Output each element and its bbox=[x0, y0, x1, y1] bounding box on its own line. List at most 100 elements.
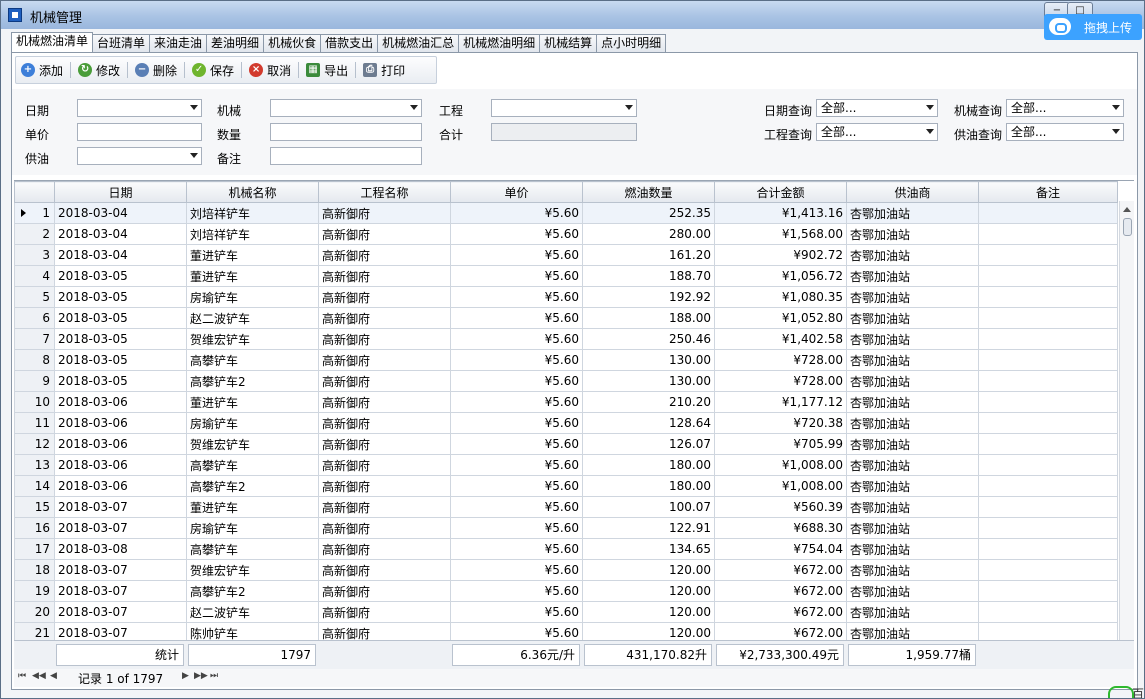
table-cell[interactable]: 杏鄂加油站 bbox=[846, 202, 979, 224]
table-cell[interactable]: 126.07 bbox=[582, 433, 715, 455]
table-cell[interactable]: ¥1,008.00 bbox=[714, 454, 847, 476]
supplier-query-dropdown[interactable]: 全部... bbox=[1006, 123, 1124, 141]
column-header[interactable]: 合计金额 bbox=[714, 181, 847, 203]
table-row[interactable]: 2 2018-03-04 刘培祥铲车 高新御府 ¥5.60 280.00 ¥1,568.00… bbox=[14, 223, 1118, 245]
drag-upload-badge[interactable]: 拖拽上传 bbox=[1044, 14, 1142, 40]
table-cell[interactable]: 高新御府 bbox=[318, 286, 451, 308]
quantity-input[interactable] bbox=[270, 123, 422, 141]
row-number[interactable]: 17 bbox=[14, 538, 55, 560]
table-cell[interactable]: ¥5.60 bbox=[450, 433, 583, 455]
table-cell[interactable]: ¥1,008.00 bbox=[714, 475, 847, 497]
table-cell[interactable]: ¥1,080.35 bbox=[714, 286, 847, 308]
unit-price-input[interactable] bbox=[77, 123, 202, 141]
table-row[interactable]: 17 2018-03-08 高攀铲车 高新御府 ¥5.60 134.65 ¥754.04 杏鄂… bbox=[14, 538, 1118, 560]
project-query-dropdown[interactable]: 全部... bbox=[816, 123, 938, 141]
table-cell[interactable]: ¥728.00 bbox=[714, 370, 847, 392]
table-cell[interactable]: 杏鄂加油站 bbox=[846, 349, 979, 371]
table-cell[interactable]: 杏鄂加油站 bbox=[846, 475, 979, 497]
table-cell[interactable]: 董进铲车 bbox=[186, 496, 319, 518]
table-cell[interactable]: 2018-03-05 bbox=[54, 328, 187, 350]
table-cell[interactable]: ¥902.72 bbox=[714, 244, 847, 266]
table-cell[interactable]: 杏鄂加油站 bbox=[846, 244, 979, 266]
table-cell[interactable]: 128.64 bbox=[582, 412, 715, 434]
table-row[interactable]: 7 2018-03-05 贺维宏铲车 高新御府 ¥5.60 250.46 ¥1,402.58… bbox=[14, 328, 1118, 350]
table-cell[interactable] bbox=[978, 496, 1118, 518]
table-cell[interactable]: 120.00 bbox=[582, 580, 715, 602]
table-cell[interactable]: 贺维宏铲车 bbox=[186, 433, 319, 455]
table-row[interactable]: 8 2018-03-05 高攀铲车 高新御府 ¥5.60 130.00 ¥728.00 杏鄂加… bbox=[14, 349, 1118, 371]
table-cell[interactable]: ¥1,568.00 bbox=[714, 223, 847, 245]
table-cell[interactable]: ¥5.60 bbox=[450, 580, 583, 602]
table-cell[interactable]: 2018-03-07 bbox=[54, 601, 187, 623]
next-page-icon[interactable]: ▶▶ bbox=[194, 671, 208, 681]
table-cell[interactable] bbox=[978, 349, 1118, 371]
table-cell[interactable]: 高新御府 bbox=[318, 517, 451, 539]
column-header[interactable]: 单价 bbox=[450, 181, 583, 203]
row-number[interactable]: 8 bbox=[14, 349, 55, 371]
table-cell[interactable]: ¥5.60 bbox=[450, 244, 583, 266]
edit-button[interactable]: ↻ 修改 bbox=[73, 59, 125, 81]
row-number[interactable]: 7 bbox=[14, 328, 55, 350]
tab-5[interactable]: 借款支出 bbox=[320, 34, 379, 52]
table-cell[interactable]: 高新御府 bbox=[318, 601, 451, 623]
table-cell[interactable]: 高新御府 bbox=[318, 370, 451, 392]
table-cell[interactable]: ¥5.60 bbox=[450, 349, 583, 371]
table-cell[interactable]: ¥5.60 bbox=[450, 223, 583, 245]
tab-7[interactable]: 机械燃油明细 bbox=[458, 34, 541, 52]
table-cell[interactable]: 120.00 bbox=[582, 601, 715, 623]
table-cell[interactable]: 高新御府 bbox=[318, 454, 451, 476]
table-cell[interactable]: ¥5.60 bbox=[450, 601, 583, 623]
table-cell[interactable]: 2018-03-07 bbox=[54, 517, 187, 539]
row-number[interactable]: 10 bbox=[14, 391, 55, 413]
table-cell[interactable]: ¥672.00 bbox=[714, 559, 847, 581]
table-cell[interactable]: 高新御府 bbox=[318, 559, 451, 581]
table-cell[interactable]: ¥1,056.72 bbox=[714, 265, 847, 287]
table-cell[interactable]: 高攀铲车 bbox=[186, 454, 319, 476]
table-cell[interactable] bbox=[978, 433, 1118, 455]
fuel-data-grid[interactable]: 日期 机械名称 工程名称 单价 燃油数量 合计金额 供油商 备注 1 2018-03-04 刘培祥… bbox=[14, 180, 1134, 669]
table-cell[interactable] bbox=[978, 286, 1118, 308]
table-cell[interactable]: 房瑜铲车 bbox=[186, 517, 319, 539]
table-row[interactable]: 1 2018-03-04 刘培祥铲车 高新御府 ¥5.60 252.35 ¥1,413.16… bbox=[14, 202, 1118, 224]
table-cell[interactable]: 高新御府 bbox=[318, 328, 451, 350]
table-cell[interactable]: 2018-03-04 bbox=[54, 223, 187, 245]
table-cell[interactable]: 杏鄂加油站 bbox=[846, 496, 979, 518]
supplier-dropdown[interactable] bbox=[77, 147, 202, 165]
table-cell[interactable]: 贺维宏铲车 bbox=[186, 559, 319, 581]
table-cell[interactable]: 2018-03-06 bbox=[54, 412, 187, 434]
table-cell[interactable]: 高攀铲车2 bbox=[186, 370, 319, 392]
table-cell[interactable]: ¥5.60 bbox=[450, 475, 583, 497]
table-cell[interactable]: 董进铲车 bbox=[186, 391, 319, 413]
table-cell[interactable]: 2018-03-06 bbox=[54, 475, 187, 497]
table-cell[interactable]: ¥720.38 bbox=[714, 412, 847, 434]
table-row[interactable]: 5 2018-03-05 房瑜铲车 高新御府 ¥5.60 192.92 ¥1,080.35 杏… bbox=[14, 286, 1118, 308]
row-number[interactable]: 13 bbox=[14, 454, 55, 476]
table-cell[interactable]: 杏鄂加油站 bbox=[846, 328, 979, 350]
table-cell[interactable]: ¥5.60 bbox=[450, 370, 583, 392]
table-cell[interactable]: 2018-03-04 bbox=[54, 244, 187, 266]
tab-9[interactable]: 点小时明细 bbox=[596, 34, 667, 52]
table-cell[interactable]: 130.00 bbox=[582, 349, 715, 371]
column-header[interactable]: 日期 bbox=[54, 181, 187, 203]
table-cell[interactable] bbox=[978, 244, 1118, 266]
table-cell[interactable]: ¥5.60 bbox=[450, 517, 583, 539]
table-cell[interactable]: 杏鄂加油站 bbox=[846, 265, 979, 287]
table-row[interactable]: 6 2018-03-05 赵二波铲车 高新御府 ¥5.60 188.00 ¥1,052.80… bbox=[14, 307, 1118, 329]
table-cell[interactable]: 高攀铲车 bbox=[186, 349, 319, 371]
table-cell[interactable]: 高新御府 bbox=[318, 349, 451, 371]
table-cell[interactable]: 2018-03-05 bbox=[54, 307, 187, 329]
table-row[interactable]: 4 2018-03-05 董进铲车 高新御府 ¥5.60 188.70 ¥1,056.72 杏… bbox=[14, 265, 1118, 287]
table-cell[interactable]: 192.92 bbox=[582, 286, 715, 308]
column-header[interactable]: 备注 bbox=[978, 181, 1118, 203]
table-cell[interactable]: 高新御府 bbox=[318, 496, 451, 518]
table-cell[interactable]: 杏鄂加油站 bbox=[846, 538, 979, 560]
prev-record-icon[interactable]: ◀ bbox=[50, 671, 57, 681]
table-cell[interactable]: 188.00 bbox=[582, 307, 715, 329]
table-cell[interactable]: 高新御府 bbox=[318, 202, 451, 224]
date-dropdown[interactable] bbox=[77, 99, 202, 117]
machine-dropdown[interactable] bbox=[270, 99, 422, 117]
cancel-button[interactable]: × 取消 bbox=[244, 59, 296, 81]
table-cell[interactable]: 赵二波铲车 bbox=[186, 307, 319, 329]
tab-0[interactable]: 机械燃油清单 bbox=[11, 32, 94, 52]
tab-3[interactable]: 差油明细 bbox=[206, 34, 265, 52]
